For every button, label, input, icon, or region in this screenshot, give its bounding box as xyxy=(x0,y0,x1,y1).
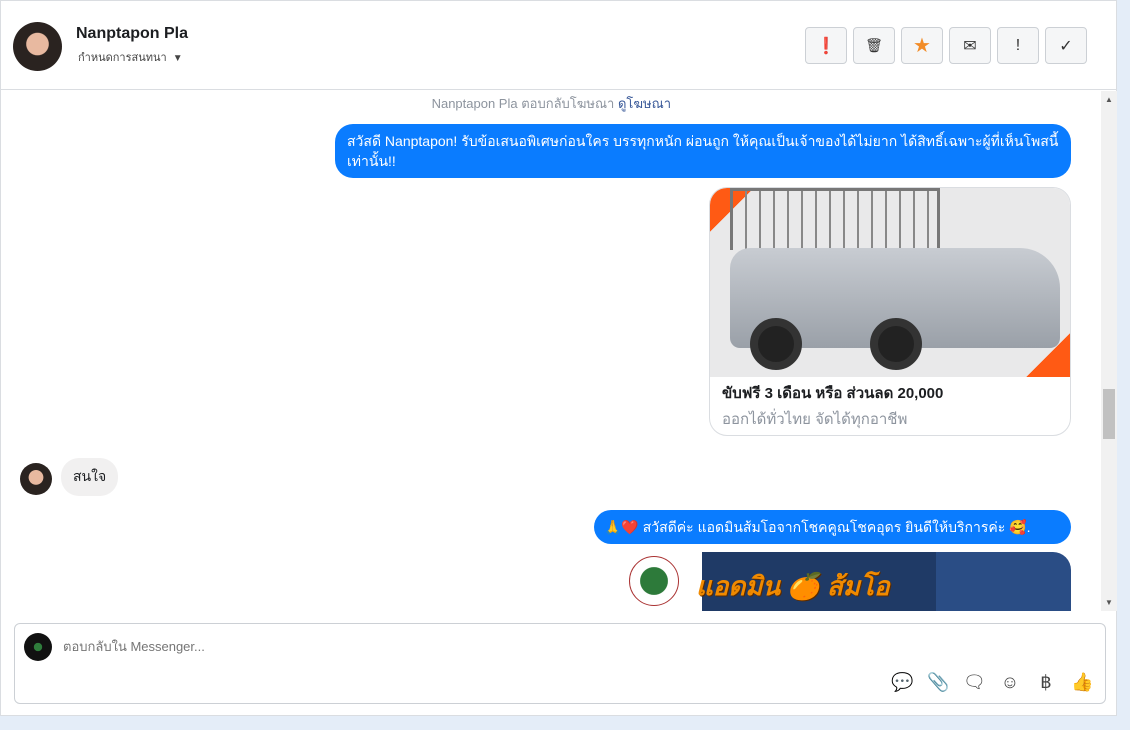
star-button[interactable]: ★ xyxy=(901,27,943,64)
alert-icon: ❗ xyxy=(816,37,836,55)
ad-note-text: Nanptapon Pla ตอบกลับโฆษณา xyxy=(431,96,615,111)
view-ad-link[interactable]: ดูโฆษณา xyxy=(618,96,671,111)
company-logo xyxy=(629,556,679,606)
admin-banner-image[interactable]: แอดมิน 🍊 ส้มโอ xyxy=(621,552,1071,611)
page-avatar xyxy=(24,633,52,661)
ad-reply-note: Nanptapon Pla ตอบกลับโฆษณา ดูโฆษณา xyxy=(432,93,671,114)
caret-down-icon: ▼ xyxy=(172,53,183,64)
ad-card-subtitle: ออกได้ทั่วไทย จัดได้ทุกอาชีพ xyxy=(722,411,908,428)
chat-bubble-icon[interactable]: 🗨 xyxy=(963,672,986,693)
composer: 💬 📎 🗨 ☺ ฿ 👍 xyxy=(14,623,1106,704)
important-button[interactable]: ! xyxy=(997,27,1039,64)
scroll-down-icon[interactable]: ▼ xyxy=(1105,598,1113,607)
truck-image xyxy=(710,188,1070,377)
mark-unread-button[interactable]: ✉ xyxy=(949,27,991,64)
contact-avatar[interactable] xyxy=(13,22,62,71)
exclamation-icon: ! xyxy=(1015,36,1021,54)
saved-reply-icon[interactable]: 💬 xyxy=(891,672,913,693)
delete-button[interactable]: 🗑 xyxy=(853,27,895,64)
attachment-icon[interactable]: 📎 xyxy=(927,672,949,693)
message-list: Nanptapon Pla ตอบกลับโฆษณา ดูโฆษณา สวัสด… xyxy=(1,91,1101,611)
banner-text: แอดมิน 🍊 ส้มโอ xyxy=(696,571,890,601)
scrollbar-thumb[interactable] xyxy=(1103,389,1115,439)
reply-input[interactable] xyxy=(63,639,963,654)
ad-card[interactable]: ขับฟรี 3 เดือน หรือ ส่วนลด 20,000 ออกได้… xyxy=(709,187,1071,436)
like-icon[interactable]: 👍 xyxy=(1071,672,1093,693)
report-button[interactable]: ❗ xyxy=(805,27,847,64)
done-button[interactable]: ✓ xyxy=(1045,27,1087,64)
payment-icon[interactable]: ฿ xyxy=(1035,672,1057,693)
emoji-icon[interactable]: ☺ xyxy=(999,672,1021,693)
outgoing-message: สวัสดี Nanptapon! รับข้อเสนอพิเศษก่อนใคร… xyxy=(335,124,1071,178)
trash-icon: 🗑 xyxy=(865,37,883,53)
incoming-message: สนใจ xyxy=(61,458,119,496)
star-icon: ★ xyxy=(913,35,931,57)
scrollbar[interactable]: ▲ ▼ xyxy=(1101,91,1117,611)
contact-name[interactable]: Nanptapon Pla xyxy=(76,25,188,43)
contact-avatar-small xyxy=(20,463,52,495)
scroll-up-icon[interactable]: ▲ xyxy=(1105,95,1113,104)
mail-icon: ✉ xyxy=(963,37,977,55)
conversation-label: กำหนดการสนทนา xyxy=(78,52,167,64)
outgoing-message: 🙏❤️ สวัสดีค่ะ แอดมินส้มโอจากโชคคูณโชคอุด… xyxy=(594,510,1071,544)
conversation-label-dropdown[interactable]: กำหนดการสนทนา ▼ xyxy=(78,48,183,66)
check-icon: ✓ xyxy=(1059,37,1073,55)
conversation-panel: Nanptapon Pla กำหนดการสนทนา ▼ ❗ 🗑 ★ ✉ ! ✓… xyxy=(0,0,1117,716)
ad-card-title: ขับฟรี 3 เดือน หรือ ส่วนลด 20,000 xyxy=(722,385,944,402)
conversation-header: Nanptapon Pla กำหนดการสนทนา ▼ ❗ 🗑 ★ ✉ ! ✓ xyxy=(1,1,1117,90)
